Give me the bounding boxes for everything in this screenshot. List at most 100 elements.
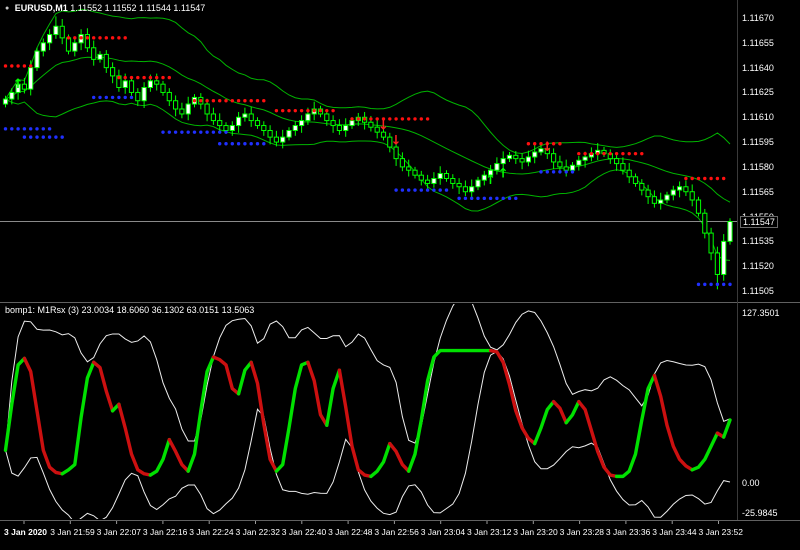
buy-semafor-dot (22, 135, 27, 139)
price-pane[interactable]: ↑↓↓↑ ↑↓ (0, 8, 737, 290)
candle-body (217, 120, 223, 127)
sell-semafor-dot (356, 117, 360, 121)
sell-semafor-dot (66, 36, 71, 40)
sell-semafor-dot (318, 108, 323, 113)
sell-semafor-dot (558, 142, 562, 146)
candle-body (147, 80, 154, 88)
candle-body (639, 182, 645, 191)
candle-body (28, 67, 34, 90)
rsx-line-up (407, 348, 493, 473)
candle-body (210, 113, 217, 122)
sell-semafor-dot (249, 99, 253, 103)
candle-body (40, 42, 46, 52)
candle-body (563, 166, 569, 171)
candle-body (664, 194, 670, 201)
sell-semafor-dot (255, 99, 260, 103)
buy-semafor-dot (243, 142, 247, 146)
sell-semafor-dot (690, 176, 694, 181)
buy-semafor-dot (728, 282, 732, 287)
rsx-line-down (211, 355, 241, 396)
candle-body (273, 136, 279, 143)
sell-semafor-dot (533, 142, 537, 146)
sell-semafor-dot (394, 117, 398, 121)
sell-semafor-dot (224, 99, 228, 103)
sell-semafor-dot (709, 176, 713, 181)
buy-semafor-dot (47, 135, 52, 139)
buy-semafor-dot (218, 142, 222, 146)
buy-semafor-dot (16, 127, 20, 131)
candle-body (614, 158, 620, 165)
sell-semafor-dot (3, 64, 8, 68)
sell-semafor-dot (199, 99, 203, 103)
sell-semafor-dot (633, 151, 638, 156)
candle-body (173, 100, 179, 110)
rsx-line-down (249, 360, 279, 473)
candle-body (292, 125, 298, 132)
candle-body (122, 80, 128, 88)
sell-semafor-dot (142, 75, 146, 80)
candle-body (160, 83, 166, 93)
sell-semafor-dot (205, 99, 209, 103)
buy-semafor-dot (249, 142, 253, 146)
buy-semafor-dot (438, 188, 442, 192)
candle-body (576, 159, 582, 166)
candle-body (179, 108, 185, 115)
buy-semafor-dot (236, 142, 241, 146)
sell-semafor-dot (608, 151, 612, 156)
candle-body (569, 164, 576, 171)
sell-semafor-dot (577, 151, 581, 156)
buy-semafor-dot (394, 188, 398, 192)
candle-body (418, 174, 424, 181)
candle-body (582, 156, 588, 161)
sell-semafor-dot (425, 117, 430, 121)
sell-semafor-dot (136, 75, 140, 80)
buy-semafor-dot (507, 196, 512, 201)
rsx-line-down (22, 356, 64, 476)
rsx-line-up (274, 360, 310, 473)
chart-canvas[interactable]: ↑↓↓↑ ↑↓ (0, 0, 800, 550)
buy-semafor-dot (22, 127, 27, 131)
indicator-pane[interactable] (3, 294, 732, 523)
candle-body (47, 34, 53, 44)
sell-semafor-dot (614, 151, 619, 156)
buy-semafor-dot (10, 127, 14, 131)
candle-body (500, 158, 506, 165)
buy-semafor-dot (255, 142, 260, 146)
buy-semafor-dot (514, 196, 518, 201)
sell-semafor-dot (331, 108, 335, 113)
sell-semafor-dot (104, 36, 109, 40)
rsx-line-up (369, 441, 392, 479)
candle-body (254, 120, 261, 127)
candle-body (702, 212, 708, 234)
buy-semafor-dot (470, 196, 474, 201)
osc-upper-band (5, 304, 731, 451)
rsx-line-up (3, 356, 27, 452)
rsx-line-down (488, 348, 537, 446)
sell-semafor-dot (596, 151, 600, 156)
candle-body (689, 191, 695, 201)
sell-semafor-dot (306, 108, 310, 113)
buy-semafor-dot (110, 95, 115, 100)
buy-semafor-dot (29, 135, 33, 139)
buy-semafor-dot (564, 170, 568, 174)
sell-semafor-dot (167, 75, 171, 80)
sell-semafor-dot (722, 176, 726, 181)
sell-semafor-dot (602, 151, 606, 156)
sell-semafor-dot (161, 75, 165, 80)
candle-body (670, 189, 676, 196)
buy-semafor-dot (129, 95, 134, 100)
buy-semafor-dot (199, 130, 203, 134)
candle-body (645, 189, 651, 198)
sell-semafor-dot (400, 117, 405, 121)
buy-semafor-dot (104, 95, 109, 100)
candle-body (506, 154, 513, 160)
buy-semafor-dot (696, 282, 701, 287)
candle-body (727, 221, 733, 242)
candle-body (223, 125, 229, 132)
sell-semafor-dot (413, 117, 417, 121)
candle-body (626, 169, 632, 178)
buy-arrow-icon: ↑ (13, 77, 24, 92)
sell-semafor-dot (236, 99, 241, 103)
buy-semafor-dot (35, 135, 39, 139)
chart-window: ↑ ↓ ↓ ↑ ↑ ↓ ● EURUSD,M1 1.11552 1.11552 1.115… (0, 0, 800, 550)
